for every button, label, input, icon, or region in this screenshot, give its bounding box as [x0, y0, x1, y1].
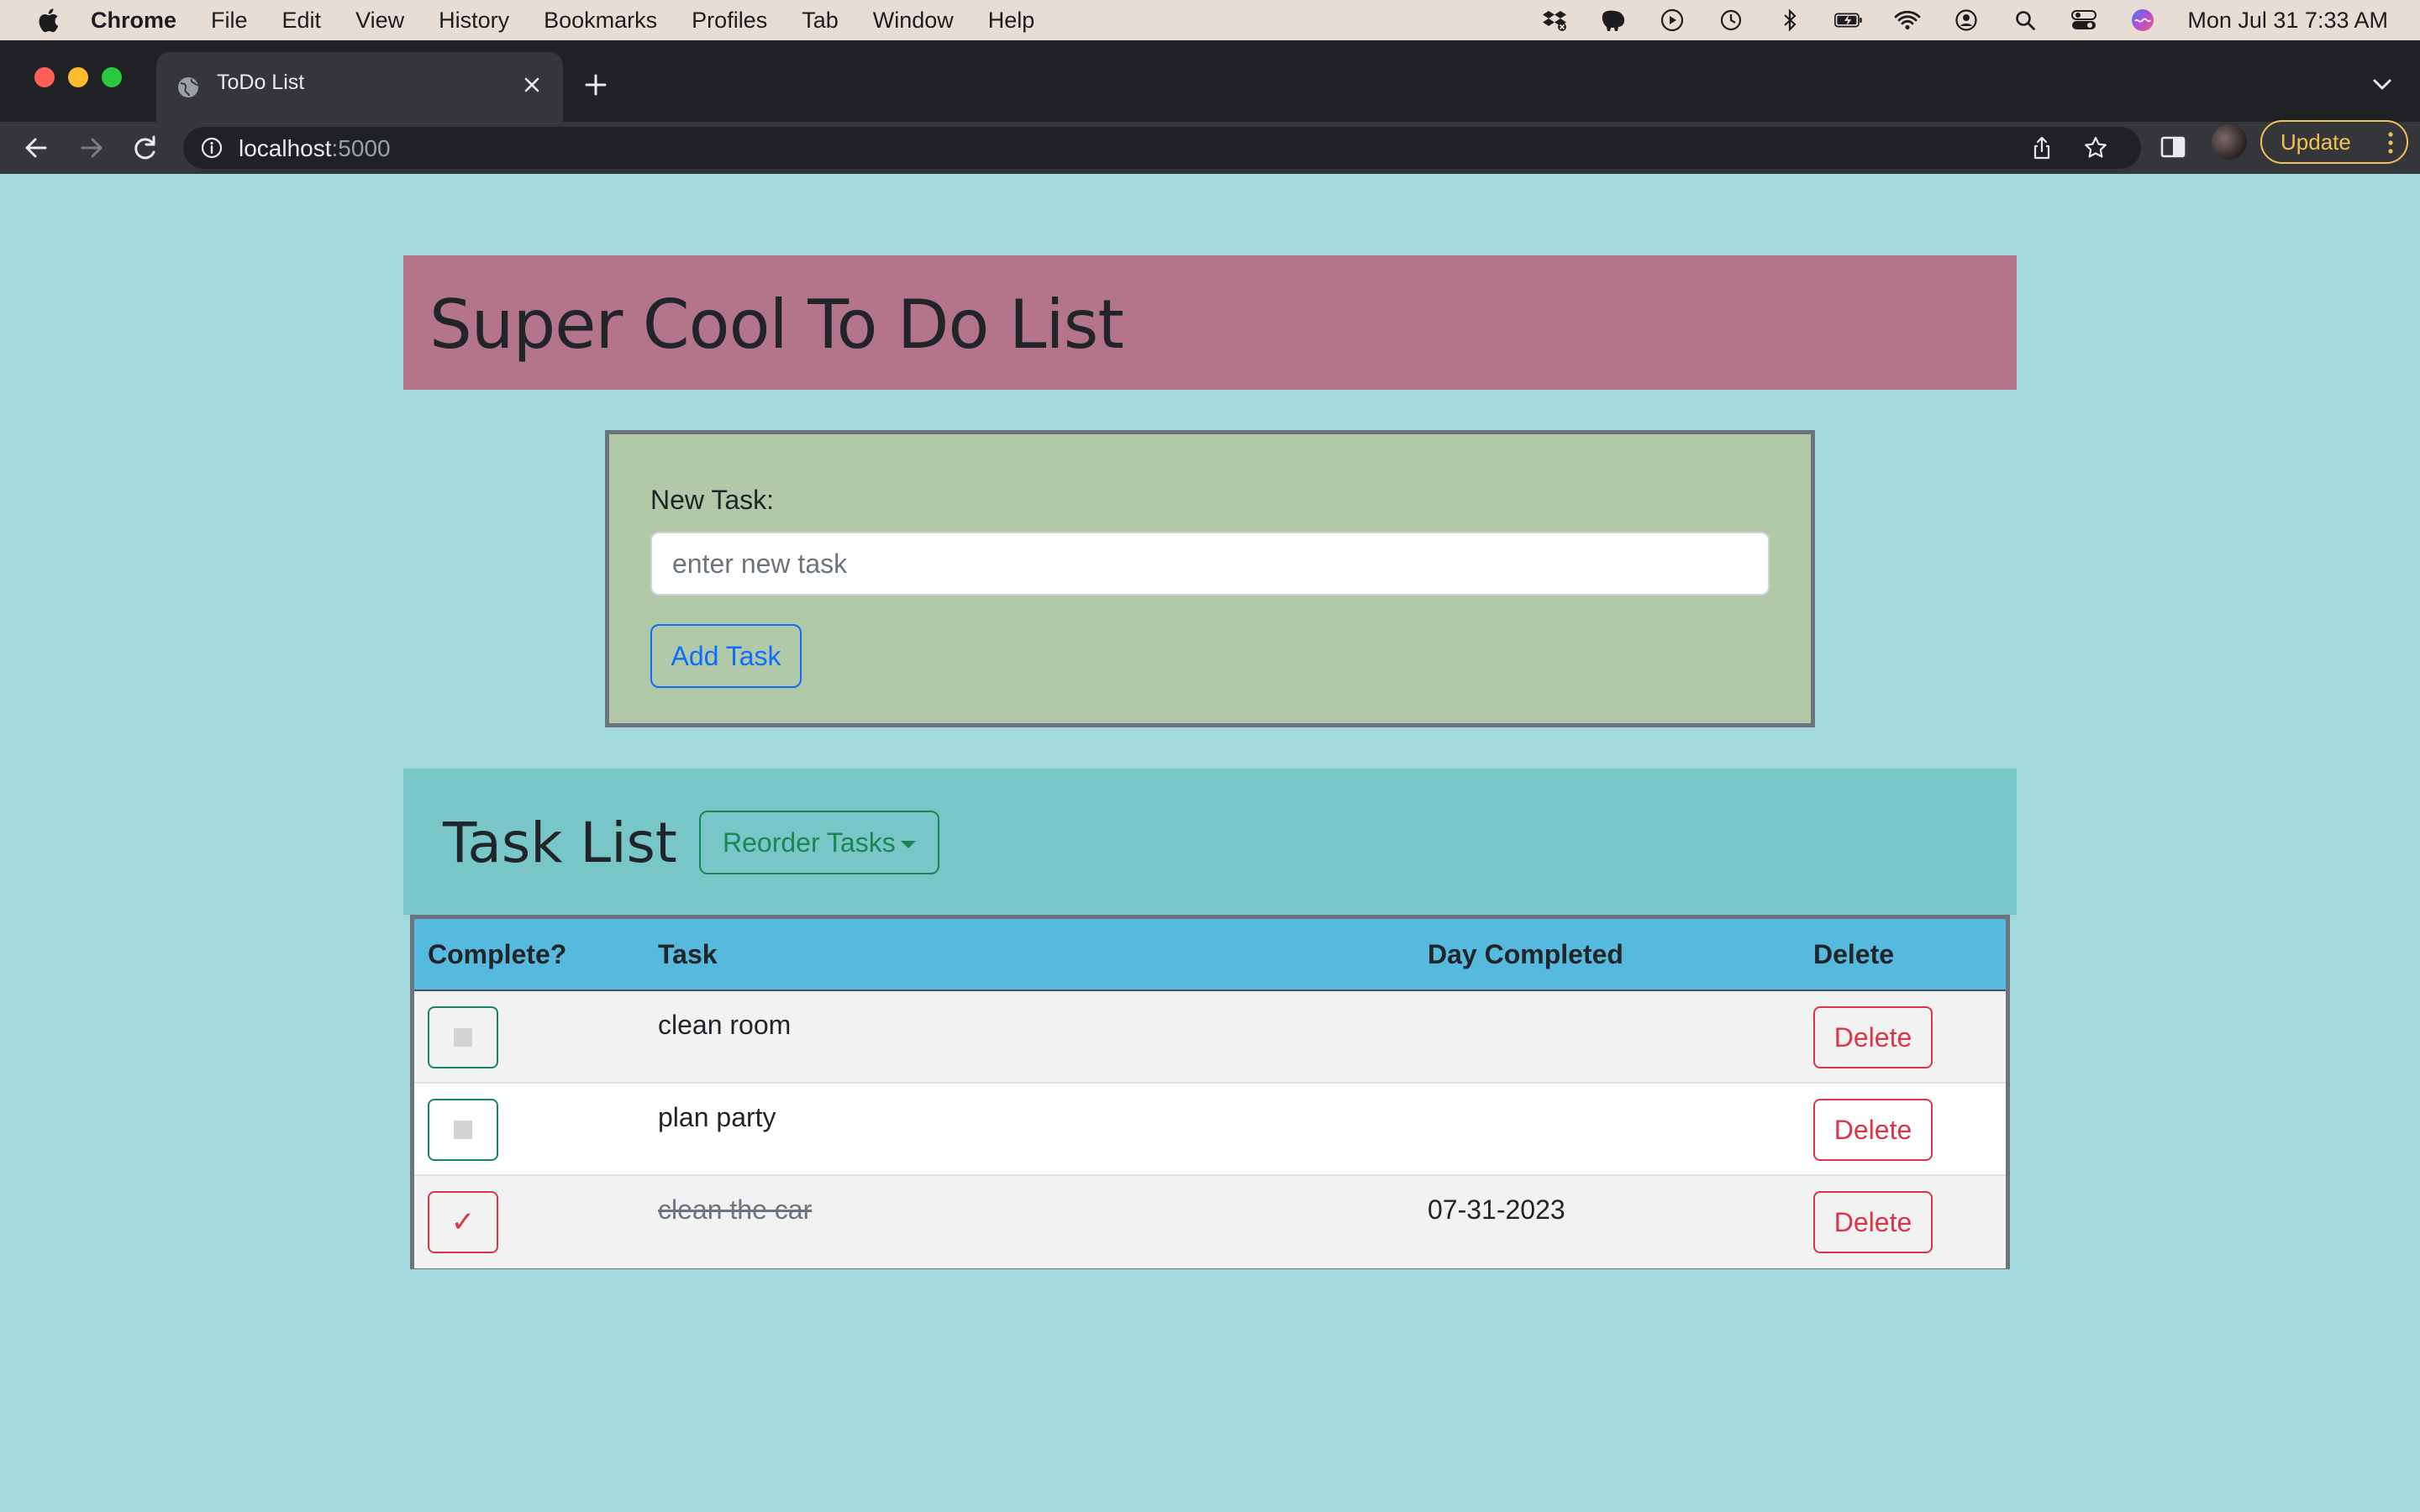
time-machine-icon[interactable]: [1717, 8, 1745, 33]
window-minimize-button[interactable]: [68, 67, 88, 87]
spotlight-search-icon[interactable]: [2011, 8, 2039, 33]
user-account-icon[interactable]: [1952, 8, 1981, 33]
browser-tab-todo[interactable]: ToDo List: [156, 52, 563, 122]
url-host: localhost: [239, 135, 332, 161]
unchecked-square-icon: [454, 1121, 472, 1139]
table-row: clean room Delete: [414, 991, 2006, 1084]
menu-tab[interactable]: Tab: [802, 8, 839, 34]
menu-app-name[interactable]: Chrome: [91, 8, 176, 34]
bookmark-star-icon[interactable]: [2082, 134, 2109, 161]
address-bar-url: localhost:5000: [239, 135, 391, 162]
menu-bookmarks[interactable]: Bookmarks: [544, 8, 657, 34]
side-panel-icon[interactable]: [2158, 132, 2188, 162]
task-name: plan party: [658, 1102, 776, 1132]
task-name: clean the car: [658, 1194, 813, 1225]
complete-toggle-button[interactable]: ✓: [428, 1191, 498, 1253]
battery-icon[interactable]: [1834, 8, 1863, 33]
table-row: ✓ clean the car 07-31-2023 Delete: [414, 1176, 2006, 1268]
bluetooth-icon[interactable]: [1776, 8, 1804, 33]
menu-view[interactable]: View: [355, 8, 404, 34]
evernote-icon[interactable]: [1599, 8, 1628, 33]
column-header-complete: Complete?: [428, 939, 567, 969]
task-list-header: Task List Reorder Tasks: [403, 769, 2017, 915]
day-completed: 07-31-2023: [1428, 1194, 1565, 1225]
delete-task-button[interactable]: Delete: [1813, 1191, 1933, 1253]
update-label: Update: [2281, 129, 2351, 155]
apple-logo-icon[interactable]: [37, 8, 59, 33]
window-zoom-button[interactable]: [102, 67, 122, 87]
task-table-header: Complete? Task Day Completed Delete: [414, 919, 2006, 991]
menu-bar-clock[interactable]: Mon Jul 31 7:33 AM: [2187, 8, 2388, 34]
column-header-day-completed: Day Completed: [1428, 939, 1623, 969]
checkmark-icon: ✓: [450, 1205, 476, 1239]
play-icon[interactable]: [1658, 8, 1686, 33]
chrome-update-button[interactable]: Update: [2260, 120, 2408, 164]
profile-avatar[interactable]: [2212, 124, 2247, 160]
globe-icon: [178, 77, 199, 97]
back-arrow-icon[interactable]: [20, 132, 52, 164]
complete-toggle-button[interactable]: [428, 1006, 498, 1068]
column-header-task: Task: [658, 939, 718, 969]
menu-file[interactable]: File: [211, 8, 248, 34]
macos-menu-bar: Chrome File Edit View History Bookmarks …: [0, 0, 2420, 40]
tab-close-icon[interactable]: [519, 72, 544, 97]
site-info-icon[interactable]: [200, 136, 224, 160]
more-menu-icon[interactable]: [2386, 130, 2395, 155]
new-task-input[interactable]: [650, 532, 1770, 596]
complete-toggle-button[interactable]: [428, 1099, 498, 1161]
address-bar[interactable]: localhost:5000: [183, 127, 2141, 169]
menu-window[interactable]: Window: [873, 8, 954, 34]
task-name: clean room: [658, 1010, 792, 1040]
menu-bar-status-area: Mon Jul 31 7:33 AM: [1540, 0, 2420, 40]
dropbox-icon[interactable]: [1540, 8, 1569, 33]
window-close-button[interactable]: [34, 67, 55, 87]
page-header: Super Cool To Do List: [403, 255, 2017, 390]
reload-icon[interactable]: [129, 132, 161, 164]
reorder-tasks-dropdown[interactable]: Reorder Tasks: [699, 811, 939, 874]
browser-toolbar: localhost:5000: [0, 122, 2420, 174]
table-row: plan party Delete: [414, 1084, 2006, 1176]
page-title: Super Cool To Do List: [429, 286, 1124, 364]
delete-task-button[interactable]: Delete: [1813, 1099, 1933, 1161]
tab-search-chevron-icon[interactable]: [2370, 74, 2395, 94]
menu-help[interactable]: Help: [988, 8, 1035, 34]
task-list-heading: Task List: [443, 811, 677, 875]
task-table: Complete? Task Day Completed Delete clea…: [410, 915, 2010, 1269]
forward-arrow-icon[interactable]: [76, 132, 108, 164]
browser-tab-title: ToDo List: [217, 71, 305, 94]
new-tab-plus-icon[interactable]: [580, 69, 612, 101]
reorder-tasks-label: Reorder Tasks: [723, 827, 896, 858]
add-task-button[interactable]: Add Task: [650, 624, 802, 688]
new-task-form: New Task: Add Task: [605, 430, 1815, 727]
unchecked-square-icon: [454, 1028, 472, 1047]
menu-edit[interactable]: Edit: [282, 8, 322, 34]
siri-icon[interactable]: [2128, 8, 2157, 33]
control-center-icon[interactable]: [2070, 8, 2098, 33]
share-icon[interactable]: [2028, 134, 2055, 161]
caret-down-icon: [901, 841, 916, 848]
delete-task-button[interactable]: Delete: [1813, 1006, 1933, 1068]
new-task-label: New Task:: [650, 485, 775, 515]
menu-profiles[interactable]: Profiles: [692, 8, 767, 34]
wifi-icon[interactable]: [1893, 8, 1922, 33]
menu-history[interactable]: History: [439, 8, 509, 34]
url-port: :5000: [331, 135, 391, 161]
column-header-delete: Delete: [1813, 939, 1895, 969]
